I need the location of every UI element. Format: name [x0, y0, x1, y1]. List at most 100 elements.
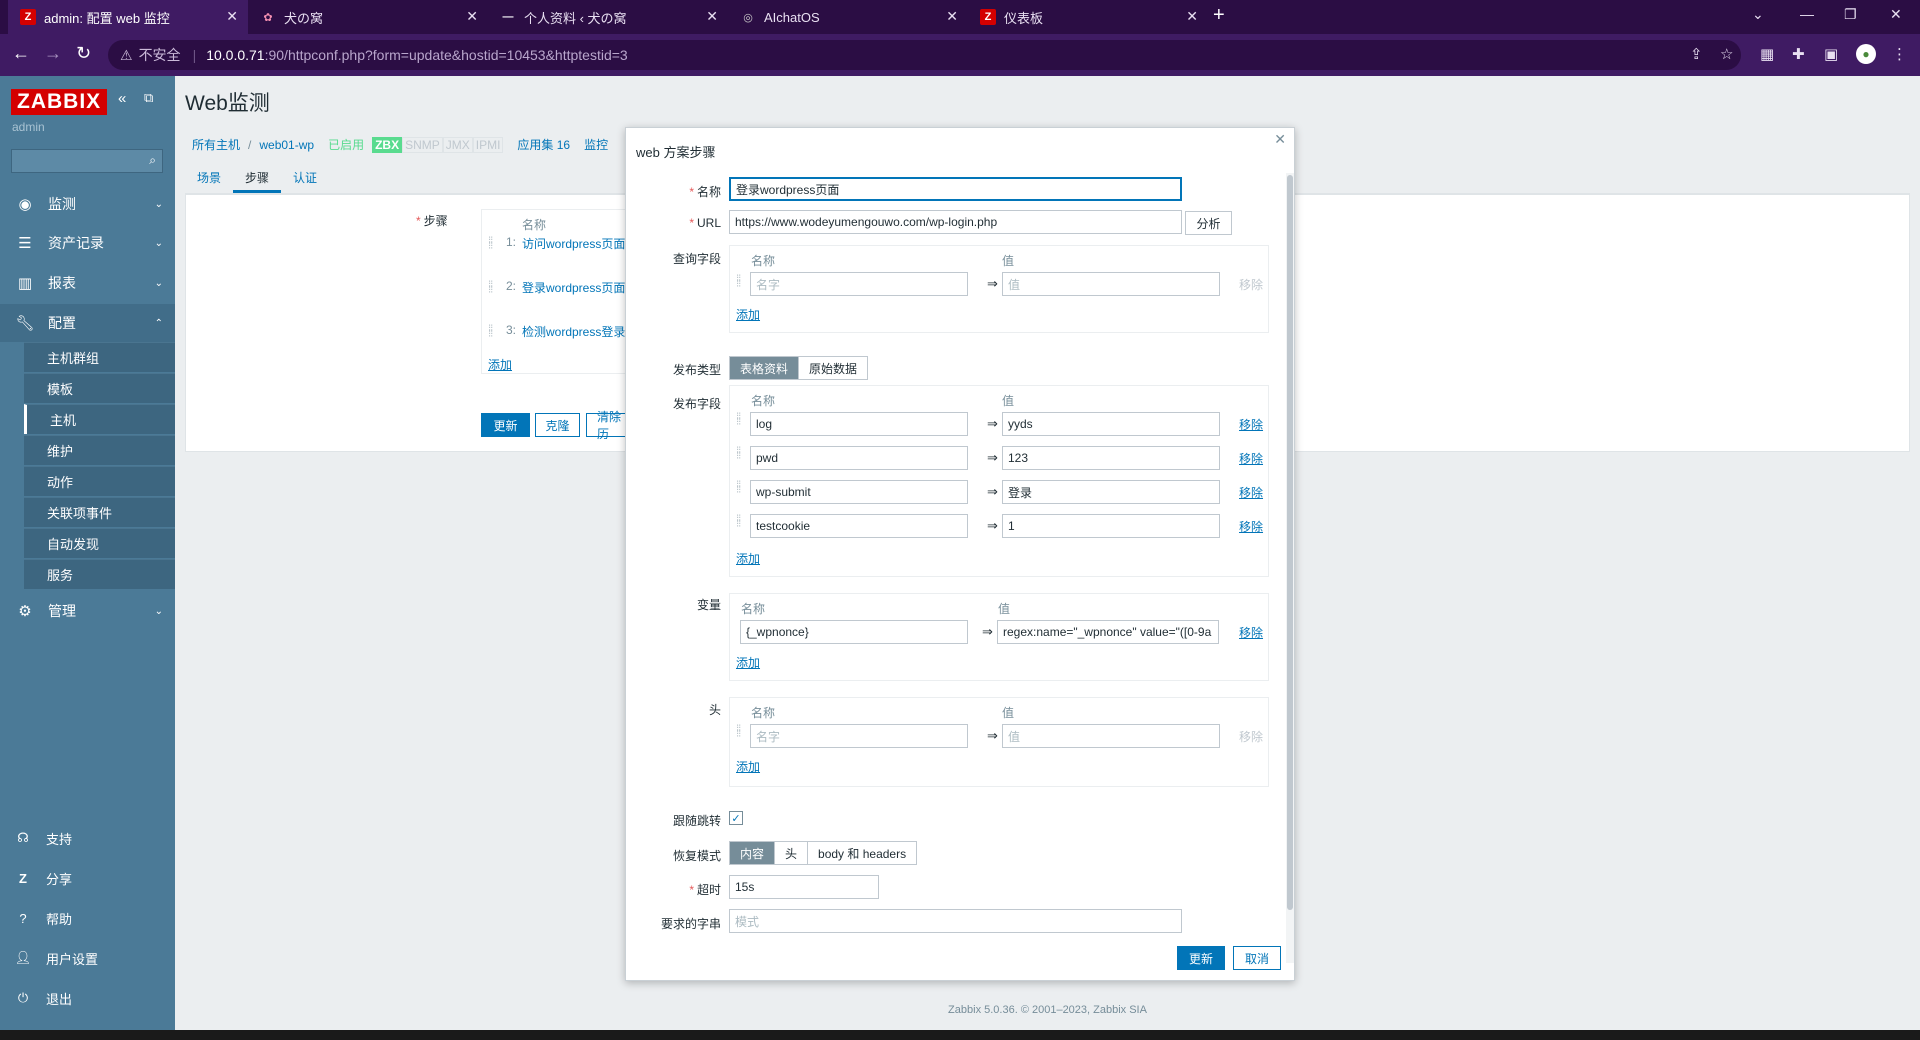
browser-tab-zabbix-web[interactable]: Z admin: 配置 web 监控 ✕: [8, 0, 248, 34]
sidebar-subitem-services[interactable]: 服务: [24, 559, 175, 589]
post-field-name-input[interactable]: log: [750, 412, 968, 436]
remove-link[interactable]: 移除: [1239, 484, 1263, 501]
crumb-items[interactable]: 监控: [584, 136, 608, 153]
close-icon[interactable]: ✕: [1186, 8, 1198, 25]
dialog-cancel-button[interactable]: 取消: [1233, 946, 1281, 970]
add-header-link[interactable]: 添加: [736, 758, 760, 775]
clone-button[interactable]: 克隆: [535, 413, 580, 437]
sidebar-subitem-templates[interactable]: 模板: [24, 373, 175, 403]
post-field-name-input[interactable]: testcookie: [750, 514, 968, 538]
dialog-update-button[interactable]: 更新: [1177, 946, 1225, 970]
sidebar-subitem-correlation[interactable]: 关联项事件: [24, 497, 175, 527]
sidebar-item-user-settings[interactable]: 👤︎ 用户设置: [0, 938, 175, 978]
drag-handle-icon[interactable]: ⁝⁝ ⁝⁝: [736, 446, 742, 466]
header-name-input[interactable]: 名字: [750, 724, 968, 748]
chevron-down-icon[interactable]: ⌄: [1752, 6, 1764, 23]
sidebar-item-monitoring[interactable]: ◉ 监测 ⌄: [0, 185, 175, 223]
close-icon[interactable]: ✕: [226, 8, 238, 25]
tab-authentication[interactable]: 认证: [281, 164, 329, 193]
browser-tab-profile[interactable]: — 个人资料 ‹ 犬の窝 ✕: [488, 0, 728, 34]
crumb-host[interactable]: web01-wp: [259, 138, 314, 152]
zabbix-logo[interactable]: ZABBIX: [11, 89, 108, 115]
tab-steps[interactable]: 步骤: [233, 164, 282, 193]
remove-link[interactable]: 移除: [1239, 416, 1263, 433]
post-field-value-input[interactable]: yyds: [1002, 412, 1220, 436]
post-field-value-input[interactable]: 1: [1002, 514, 1220, 538]
header-value-input[interactable]: 值: [1002, 724, 1220, 748]
status-badge[interactable]: 已启用: [328, 136, 364, 153]
step-link-3[interactable]: 检测wordpress登录: [522, 323, 625, 340]
drag-handle-icon[interactable]: ⁝⁝ ⁝⁝: [736, 480, 742, 500]
sidebar-item-administration[interactable]: ⚙ 管理 ⌄: [0, 592, 175, 630]
menu-icon[interactable]: ⋮: [1892, 45, 1907, 63]
close-window-icon[interactable]: ✕: [1890, 6, 1902, 23]
retrieve-mode-both[interactable]: body 和 headers: [808, 842, 916, 864]
kiosk-icon[interactable]: ⧉: [144, 90, 153, 106]
post-type-raw-data[interactable]: 原始数据: [799, 357, 867, 379]
follow-redirects-checkbox[interactable]: ✓: [729, 811, 743, 825]
add-query-field-link[interactable]: 添加: [736, 306, 760, 323]
search-icon[interactable]: ⌕: [149, 153, 156, 168]
address-bar[interactable]: ⚠ 不安全 | 10.0.0.71 :90/httpconf.php?form=…: [108, 40, 1741, 70]
post-field-name-input[interactable]: wp-submit: [750, 480, 968, 504]
post-field-value-input[interactable]: 123: [1002, 446, 1220, 470]
add-post-field-link[interactable]: 添加: [736, 550, 760, 567]
browser-tab-dashboard[interactable]: Z 仪表板 ✕: [968, 0, 1208, 34]
close-icon[interactable]: ✕: [1274, 131, 1286, 148]
share-icon[interactable]: ⇪: [1690, 45, 1703, 63]
new-tab-button[interactable]: +: [1213, 4, 1225, 27]
sidebar-subitem-actions[interactable]: 动作: [24, 466, 175, 496]
star-icon[interactable]: ☆: [1720, 45, 1733, 63]
close-icon[interactable]: ✕: [946, 8, 958, 25]
drag-handle-icon[interactable]: ⁝⁝ ⁝⁝: [736, 514, 742, 534]
post-field-value-input[interactable]: 登录: [1002, 480, 1220, 504]
required-string-input[interactable]: 模式: [729, 909, 1182, 933]
crumb-applications[interactable]: 应用集 16: [517, 136, 570, 153]
remove-link[interactable]: 移除: [1239, 728, 1263, 745]
variable-value-input[interactable]: regex:name="_wpnonce" value="([0-9a: [997, 620, 1219, 644]
query-value-input[interactable]: 值: [1002, 272, 1220, 296]
profile-avatar[interactable]: ●: [1856, 44, 1876, 64]
browser-tab-blog[interactable]: ✿ 犬の窝 ✕: [248, 0, 488, 34]
post-type-form-data[interactable]: 表格资料: [730, 357, 800, 379]
sidebar-subitem-hostgroups[interactable]: 主机群组: [24, 342, 175, 372]
sidebar-item-inventory[interactable]: ☰ 资产记录 ⌄: [0, 224, 175, 262]
sidebar-item-configuration[interactable]: 🔧︎ 配置 ⌃: [0, 304, 175, 342]
sidebar-item-support[interactable]: ☊ 支持: [0, 818, 175, 858]
post-field-name-input[interactable]: pwd: [750, 446, 968, 470]
sidepanel-icon[interactable]: ▣: [1824, 45, 1838, 63]
query-name-input[interactable]: 名字: [750, 272, 968, 296]
drag-handle-icon[interactable]: ⁝⁝ ⁝⁝: [488, 324, 494, 344]
variable-name-input[interactable]: {_wpnonce}: [740, 620, 968, 644]
drag-handle-icon[interactable]: ⁝⁝ ⁝⁝: [736, 412, 742, 432]
close-icon[interactable]: ✕: [706, 8, 718, 25]
add-step-link[interactable]: 添加: [488, 356, 512, 373]
drag-handle-icon[interactable]: ⁝⁝ ⁝⁝: [488, 280, 494, 300]
back-icon[interactable]: ←: [12, 43, 30, 64]
step-link-1[interactable]: 访问wordpress页面: [522, 235, 625, 252]
sidebar-search-input[interactable]: ⌕: [11, 149, 163, 173]
name-field[interactable]: 登录wordpress页面: [729, 177, 1182, 201]
timeout-field[interactable]: 15s: [729, 875, 879, 899]
crumb-all-hosts[interactable]: 所有主机: [192, 136, 240, 153]
url-field[interactable]: https://www.wodeyumengouwo.com/wp-login.…: [729, 210, 1182, 234]
update-button[interactable]: 更新: [481, 413, 530, 437]
puzzle-icon[interactable]: ✚: [1792, 45, 1805, 63]
scrollbar-thumb[interactable]: [1287, 175, 1293, 910]
remove-link[interactable]: 移除: [1239, 450, 1263, 467]
retrieve-mode-body[interactable]: 内容: [730, 842, 776, 864]
sidebar-item-help[interactable]: ? 帮助: [0, 898, 175, 938]
step-link-2[interactable]: 登录wordpress页面: [522, 279, 625, 296]
drag-handle-icon[interactable]: ⁝⁝ ⁝⁝: [488, 236, 494, 256]
parse-button[interactable]: 分析: [1185, 211, 1232, 235]
forward-icon[interactable]: →: [44, 43, 62, 64]
sidebar-subitem-discovery[interactable]: 自动发现: [24, 528, 175, 558]
sidebar-item-share[interactable]: Z 分享: [0, 858, 175, 898]
retrieve-mode-headers[interactable]: 头: [775, 842, 809, 864]
minimize-icon[interactable]: —: [1800, 6, 1814, 22]
extension-icon[interactable]: ▦: [1760, 45, 1774, 63]
drag-handle-icon[interactable]: ⁝⁝ ⁝⁝: [736, 724, 742, 744]
drag-handle-icon[interactable]: ⁝⁝ ⁝⁝: [736, 274, 742, 294]
close-icon[interactable]: ✕: [466, 8, 478, 25]
browser-tab-aichat[interactable]: ◎ AIchatOS ✕: [728, 0, 968, 34]
